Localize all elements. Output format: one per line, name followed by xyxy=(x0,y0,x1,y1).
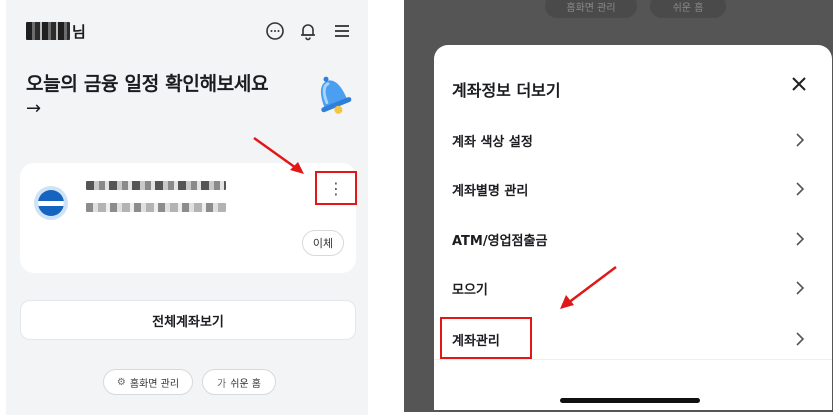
chevron-right-icon xyxy=(796,133,805,147)
menu-item-account-management[interactable]: 계좌관리 xyxy=(434,315,832,363)
chip-label: 홈화면 관리 xyxy=(129,378,180,390)
menu-item-label: 계좌별명 관리 xyxy=(452,184,529,199)
gear-icon: ⚙ xyxy=(116,376,126,388)
menu-item-collect[interactable]: 모으기 xyxy=(434,264,832,312)
screenshot-stage: 님 오늘의 금융 일정 확인해보세요 → ⋮ 이체 전체계좌보기 ⚙ 홈화면 관… xyxy=(0,0,837,415)
chevron-right-icon xyxy=(796,182,805,196)
more-options-button[interactable]: ⋮ xyxy=(315,171,357,205)
account-card[interactable]: ⋮ 이체 xyxy=(20,163,357,273)
chevron-right-icon xyxy=(796,332,805,346)
bell-illustration-icon xyxy=(320,76,352,114)
menu-item-account-color[interactable]: 계좌 색상 설정 xyxy=(434,116,832,164)
user-name-redacted xyxy=(26,22,70,40)
home-indicator xyxy=(560,398,700,403)
background-chip: 쉬운 홈 xyxy=(650,0,726,18)
bottom-sheet: 계좌정보 더보기 계좌 색상 설정 계좌별명 관리 ATM/영업점출금 모으기 xyxy=(434,45,832,410)
menu-item-account-nickname[interactable]: 계좌별명 관리 xyxy=(434,165,832,213)
easy-font-icon: 가 xyxy=(217,378,227,390)
menu-icon[interactable] xyxy=(331,20,353,42)
bank-logo-icon xyxy=(34,186,68,220)
chip-label: 쉬운 홈 xyxy=(230,378,261,390)
menu-item-label: 모으기 xyxy=(452,283,488,298)
menu-item-label: ATM/영업점출금 xyxy=(452,234,548,249)
top-bar: 님 xyxy=(6,0,368,62)
menu-item-label: 계좌관리 xyxy=(452,334,500,349)
transfer-button[interactable]: 이체 xyxy=(302,230,344,256)
chevron-right-icon xyxy=(796,281,805,295)
background-chip: 홈화면 관리 xyxy=(545,0,637,18)
menu-item-label: 계좌 색상 설정 xyxy=(452,135,533,150)
account-more-screen: 홈화면 관리 쉬운 홈 계좌정보 더보기 계좌 색상 설정 계좌별명 관리 AT… xyxy=(404,0,833,412)
annotation-arrow-icon xyxy=(253,136,304,174)
bell-icon[interactable] xyxy=(297,20,319,42)
all-accounts-button[interactable]: 전체계좌보기 xyxy=(20,300,356,340)
easy-home-chip[interactable]: 가 쉬운 홈 xyxy=(202,369,276,395)
home-manage-chip[interactable]: ⚙ 홈화면 관리 xyxy=(103,369,193,395)
account-number-redacted xyxy=(86,203,226,212)
user-suffix: 님 xyxy=(72,23,86,41)
headline-arrow-icon[interactable]: → xyxy=(26,98,41,119)
home-screen: 님 오늘의 금융 일정 확인해보세요 → ⋮ 이체 전체계좌보기 ⚙ 홈화면 관… xyxy=(6,0,368,415)
annotation-arrow-icon xyxy=(560,266,617,309)
account-name-redacted xyxy=(86,181,226,190)
menu-item-atm-withdrawal[interactable]: ATM/영업점출금 xyxy=(434,215,832,263)
sheet-title: 계좌정보 더보기 xyxy=(452,81,561,100)
close-icon[interactable] xyxy=(788,73,810,95)
headline[interactable]: 오늘의 금융 일정 확인해보세요 xyxy=(26,69,269,96)
chat-icon[interactable] xyxy=(264,20,286,42)
chevron-right-icon xyxy=(796,232,805,246)
